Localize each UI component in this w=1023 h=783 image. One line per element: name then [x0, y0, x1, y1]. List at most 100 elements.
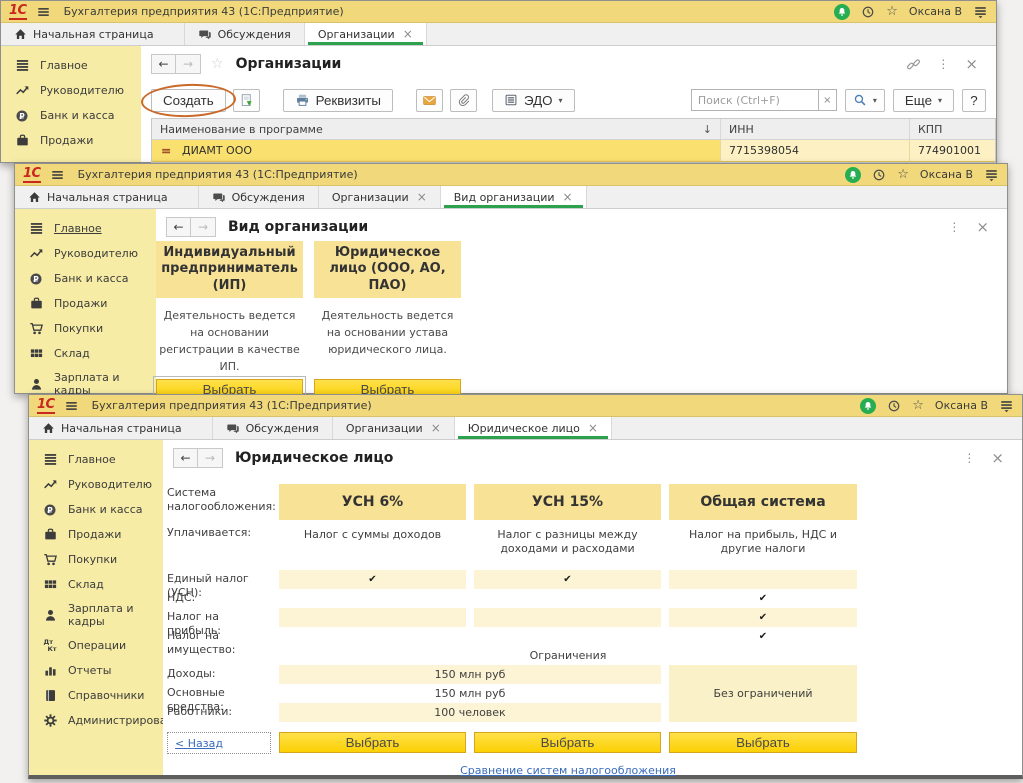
more-actions-icon[interactable]: ⋮ [948, 220, 960, 234]
forward-button[interactable]: → [176, 54, 201, 74]
attachments-button[interactable] [449, 88, 477, 112]
service-menu-icon[interactable] [999, 399, 1014, 413]
notifications-bell-icon[interactable] [845, 166, 862, 183]
main-menu-icon[interactable] [36, 5, 51, 19]
tab-home[interactable]: Начальная страница [15, 186, 199, 208]
notifications-bell-icon[interactable] [834, 3, 851, 20]
back-button[interactable]: ← [151, 54, 176, 74]
back-link[interactable]: < Назад [175, 737, 223, 750]
sidebar-item-spravochniki[interactable]: Справочники [29, 683, 163, 708]
back-button[interactable]: ← [173, 448, 198, 468]
main-menu-icon[interactable] [64, 399, 79, 413]
trend-icon [28, 246, 44, 261]
forward-button[interactable]: → [198, 448, 223, 468]
sidebar-item-rukovoditelyu[interactable]: Руководителю [1, 78, 141, 103]
favorites-star-icon[interactable]: ☆ [912, 399, 924, 412]
tab-home[interactable]: Начальная страница [29, 417, 213, 439]
tab-org-kind[interactable]: Вид организации × [440, 186, 587, 208]
sidebar-item-bank-i-kassa[interactable]: Банк и касса [15, 266, 156, 291]
sidebar-item-rukovoditelyu[interactable]: Руководителю [15, 241, 156, 266]
sidebar-item-glavnoe[interactable]: Главное [29, 447, 163, 472]
check-general-profit: ✔ [669, 608, 857, 627]
back-link-box[interactable]: < Назад [167, 732, 271, 754]
column-header-kpp[interactable]: КПП [910, 119, 995, 139]
tab-organizations[interactable]: Организации × [304, 23, 427, 45]
send-email-button[interactable] [415, 88, 443, 112]
sidebar-item-sklad[interactable]: Склад [29, 572, 163, 597]
select-usn6-button[interactable]: Выбрать [279, 732, 466, 753]
favorite-star-icon[interactable]: ☆ [211, 56, 224, 72]
select-usn15-button[interactable]: Выбрать [474, 732, 661, 753]
user-name[interactable]: Оксана В [909, 5, 962, 18]
create-button[interactable]: Создать [151, 88, 226, 112]
requisites-button[interactable]: Реквизиты [282, 88, 393, 112]
favorites-star-icon[interactable]: ☆ [886, 5, 898, 18]
history-icon[interactable] [861, 5, 875, 19]
help-button[interactable]: ? [962, 88, 986, 112]
tab-close-icon[interactable]: × [431, 422, 441, 434]
tab-discussions[interactable]: Обсуждения [199, 186, 319, 208]
search-clear-icon[interactable]: × [818, 89, 837, 111]
sidebar-item-administrirovanie[interactable]: Администрирование [29, 708, 188, 733]
tab-close-icon[interactable]: × [417, 191, 427, 203]
column-header-name[interactable]: Наименование в программе ↓ [152, 119, 721, 139]
search-input[interactable] [690, 89, 819, 111]
sidebar-item-operacii[interactable]: Дт Кт Операции [29, 633, 163, 658]
history-icon[interactable] [887, 399, 901, 413]
close-icon[interactable]: × [976, 219, 989, 235]
sidebar-item-rukovoditelyu[interactable]: Руководителю [29, 472, 163, 497]
chat-icon [212, 191, 226, 204]
more-actions-icon[interactable]: ⋮ [937, 57, 949, 71]
back-button[interactable]: ← [166, 217, 191, 237]
more-button[interactable]: Еще ▾ [892, 88, 954, 112]
tab-home[interactable]: Начальная страница [1, 23, 185, 45]
tab-legal-entity[interactable]: Юридическое лицо × [454, 417, 612, 439]
close-icon[interactable]: × [991, 450, 1004, 466]
history-icon[interactable] [872, 168, 886, 182]
favorites-star-icon[interactable]: ☆ [897, 168, 909, 181]
forward-button[interactable]: → [191, 217, 216, 237]
user-name[interactable]: Оксана В [920, 168, 973, 181]
sidebar-item-glavnoe[interactable]: Главное [1, 53, 141, 78]
sidebar-item-label: Главное [40, 59, 88, 72]
no-limits-block: Без ограничений [669, 665, 857, 722]
tab-organizations[interactable]: Организации × [319, 186, 441, 208]
service-menu-icon[interactable] [973, 5, 988, 19]
sidebar-item-zarplata-i-kadry[interactable]: Зарплата и кадры [29, 597, 163, 633]
select-general-button[interactable]: Выбрать [669, 732, 857, 753]
tab-close-icon[interactable]: × [403, 28, 413, 40]
sidebar-item-bank-i-kassa[interactable]: Банк и касса [29, 497, 163, 522]
organizations-table: Наименование в программе ↓ ИНН КПП ДИАМТ… [151, 118, 996, 163]
sidebar-item-pokupki[interactable]: Покупки [29, 547, 163, 572]
close-icon[interactable]: × [965, 56, 978, 72]
service-menu-icon[interactable] [984, 168, 999, 182]
sidebar-item-prodazhi[interactable]: Продажи [15, 291, 156, 316]
more-actions-icon[interactable]: ⋮ [963, 451, 975, 465]
sidebar-item-prodazhi[interactable]: Продажи [29, 522, 163, 547]
tab-organizations[interactable]: Организации × [333, 417, 455, 439]
notifications-bell-icon[interactable] [860, 397, 877, 414]
sidebar-item-label: Покупки [68, 553, 118, 566]
sidebar-item-otchety[interactable]: Отчеты [29, 658, 163, 683]
compare-systems-link[interactable]: Сравнение систем налогообложения [460, 764, 676, 777]
sidebar-item-sklad[interactable]: Склад [15, 341, 156, 366]
column-header-inn[interactable]: ИНН [721, 119, 910, 139]
sidebar-item-glavnoe[interactable]: Главное [15, 216, 156, 241]
sidebar-item-prodazhi[interactable]: Продажи [1, 128, 141, 153]
tab-discussions[interactable]: Обсуждения [185, 23, 305, 45]
home-icon [14, 28, 27, 41]
main-menu-icon[interactable] [50, 168, 65, 182]
cart-icon [28, 321, 44, 336]
sidebar-item-bank-i-kassa[interactable]: Банк и касса [1, 103, 141, 128]
get-link-icon[interactable] [906, 57, 921, 72]
sidebar-item-label: Отчеты [68, 664, 112, 677]
sidebar-item-pokupki[interactable]: Покупки [15, 316, 156, 341]
create-group-button[interactable] [232, 88, 260, 112]
user-name[interactable]: Оксана В [935, 399, 988, 412]
tab-discussions[interactable]: Обсуждения [213, 417, 333, 439]
tab-close-icon[interactable]: × [588, 422, 598, 434]
edo-button[interactable]: ЭДО ▾ [491, 88, 575, 112]
tab-close-icon[interactable]: × [563, 191, 573, 203]
search-button[interactable]: ▾ [844, 88, 885, 112]
table-row[interactable]: ДИАМТ ООО 7715398054 774901001 [152, 140, 995, 162]
